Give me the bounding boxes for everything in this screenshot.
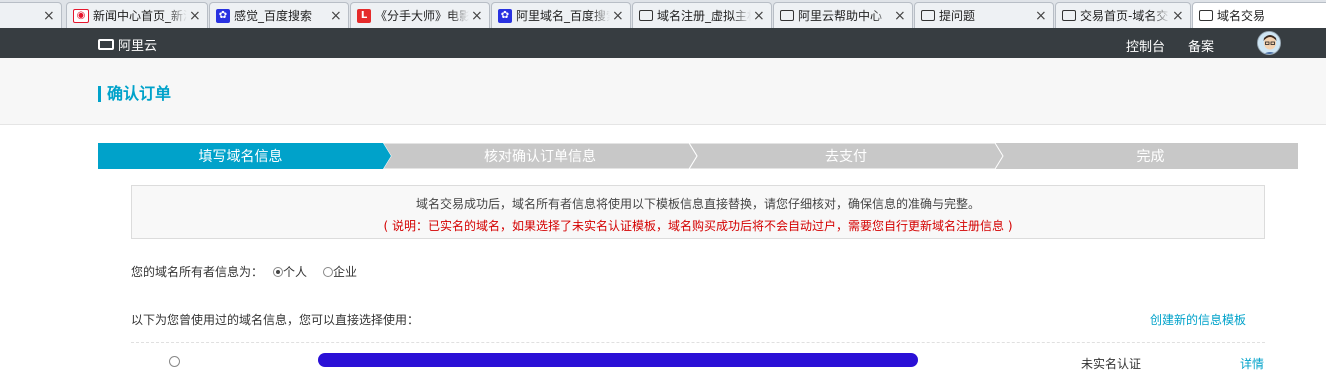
tab-label: 提问题 [939, 9, 976, 23]
record-detail-link[interactable]: 详情 [1240, 355, 1264, 372]
close-icon[interactable]: × [894, 9, 906, 23]
company-radio[interactable] [323, 266, 334, 277]
browser-tab[interactable]: 提问题 × [914, 2, 1054, 28]
step-complete: 完成 [1136, 149, 1165, 165]
close-icon[interactable]: × [1172, 9, 1184, 23]
personal-label: 个人 [283, 265, 308, 279]
browser-tab[interactable]: L 《分手大师》电影 × [350, 2, 490, 28]
browser-tab-strip: × ◉ 新闻中心首页_新浪网 × ✿ 感觉_百度搜索 × L 《分手大师》电影 … [0, 0, 1326, 29]
tab-label: 域名注册_虚拟主机 [657, 9, 751, 23]
owner-option-company[interactable]: 企业 [323, 263, 357, 280]
console-link[interactable]: 控制台 [1126, 36, 1165, 55]
browser-tab[interactable]: ✿ 感觉_百度搜索 × [209, 2, 349, 28]
divider [131, 342, 1265, 343]
notice-warning: ( 说明：已实名的域名，如果选择了未实名认证模板，域名购买成功后将不会自动过户，… [383, 219, 1013, 233]
aliyun-icon [1199, 10, 1213, 21]
owner-type-row: 您的域名所有者信息为： 个人 企业 [131, 263, 357, 280]
browser-tab[interactable]: × [0, 2, 62, 28]
step-confirm-order: 核对确认订单信息 [484, 149, 596, 165]
browser-tab-active[interactable]: 域名交易 [1192, 2, 1326, 28]
logo-text: 阿里云 [118, 39, 158, 54]
notice-text: 域名交易成功后，域名所有者信息将使用以下模板信息直接替换，请您仔细核对，确保信息… [415, 197, 980, 211]
browser-tab[interactable]: 交易首页-域名交易 × [1055, 2, 1191, 28]
close-icon[interactable]: × [43, 9, 55, 23]
aliyun-icon [1062, 10, 1076, 21]
step-fill-domain-info: 填写域名信息 [198, 149, 283, 165]
company-label: 企业 [333, 265, 358, 279]
baidu-icon: ✿ [216, 8, 230, 23]
close-icon[interactable]: × [1035, 9, 1047, 23]
browser-tab[interactable]: ◉ 新闻中心首页_新浪网 × [66, 2, 208, 28]
browser-tab[interactable]: 阿里云帮助中心 × [773, 2, 913, 28]
page-title: 确认订单 [98, 86, 171, 102]
close-icon[interactable]: × [753, 9, 765, 23]
tab-label: 阿里云帮助中心 [798, 9, 883, 23]
personal-radio[interactable] [273, 266, 284, 277]
close-icon[interactable]: × [612, 9, 624, 23]
history-label: 以下为您曾使用过的域名信息，您可以直接选择使用： [131, 313, 420, 327]
owner-option-personal[interactable]: 个人 [273, 263, 307, 280]
aliyun-icon [921, 10, 935, 21]
close-icon[interactable]: × [471, 9, 483, 23]
l-letter-icon: L [357, 8, 371, 23]
notice-box: 域名交易成功后，域名所有者信息将使用以下模板信息直接替换，请您仔细核对，确保信息… [131, 185, 1265, 239]
tab-label: 新闻中心首页_新浪网 [93, 9, 187, 23]
avatar[interactable] [1257, 31, 1281, 55]
browser-tab[interactable]: 域名注册_虚拟主机 × [632, 2, 772, 28]
tab-label: 交易首页-域名交易 [1080, 9, 1170, 23]
browser-tab[interactable]: ✿ 阿里域名_百度搜索 × [491, 2, 631, 28]
close-icon[interactable]: × [330, 9, 342, 23]
baidu-icon: ✿ [498, 8, 512, 23]
record-radio[interactable] [169, 356, 180, 367]
aliyun-icon [780, 10, 794, 21]
aliyun-logo[interactable]: 阿里云 [98, 35, 157, 54]
redacted-domain-info [318, 353, 918, 367]
aliyun-icon [639, 10, 653, 21]
tab-label: 《分手大师》电影 [375, 9, 469, 23]
beian-link[interactable]: 备案 [1188, 36, 1214, 55]
create-template-link[interactable]: 创建新的信息模板 [1150, 311, 1246, 328]
step-payment: 去支付 [825, 149, 867, 165]
record-status: 未实名认证 [1081, 357, 1142, 371]
aliyun-logo-icon [98, 39, 114, 50]
tab-label: 阿里域名_百度搜索 [516, 9, 610, 23]
tab-label: 域名交易 [1217, 9, 1266, 23]
title-band [0, 58, 1326, 125]
close-icon[interactable]: × [189, 9, 201, 23]
owner-type-label: 您的域名所有者信息为： [131, 265, 264, 279]
weibo-icon: ◉ [73, 8, 89, 23]
tab-label: 感觉_百度搜索 [234, 9, 313, 23]
order-steps: 填写域名信息 核对确认订单信息 去支付 完成 [98, 143, 1298, 169]
